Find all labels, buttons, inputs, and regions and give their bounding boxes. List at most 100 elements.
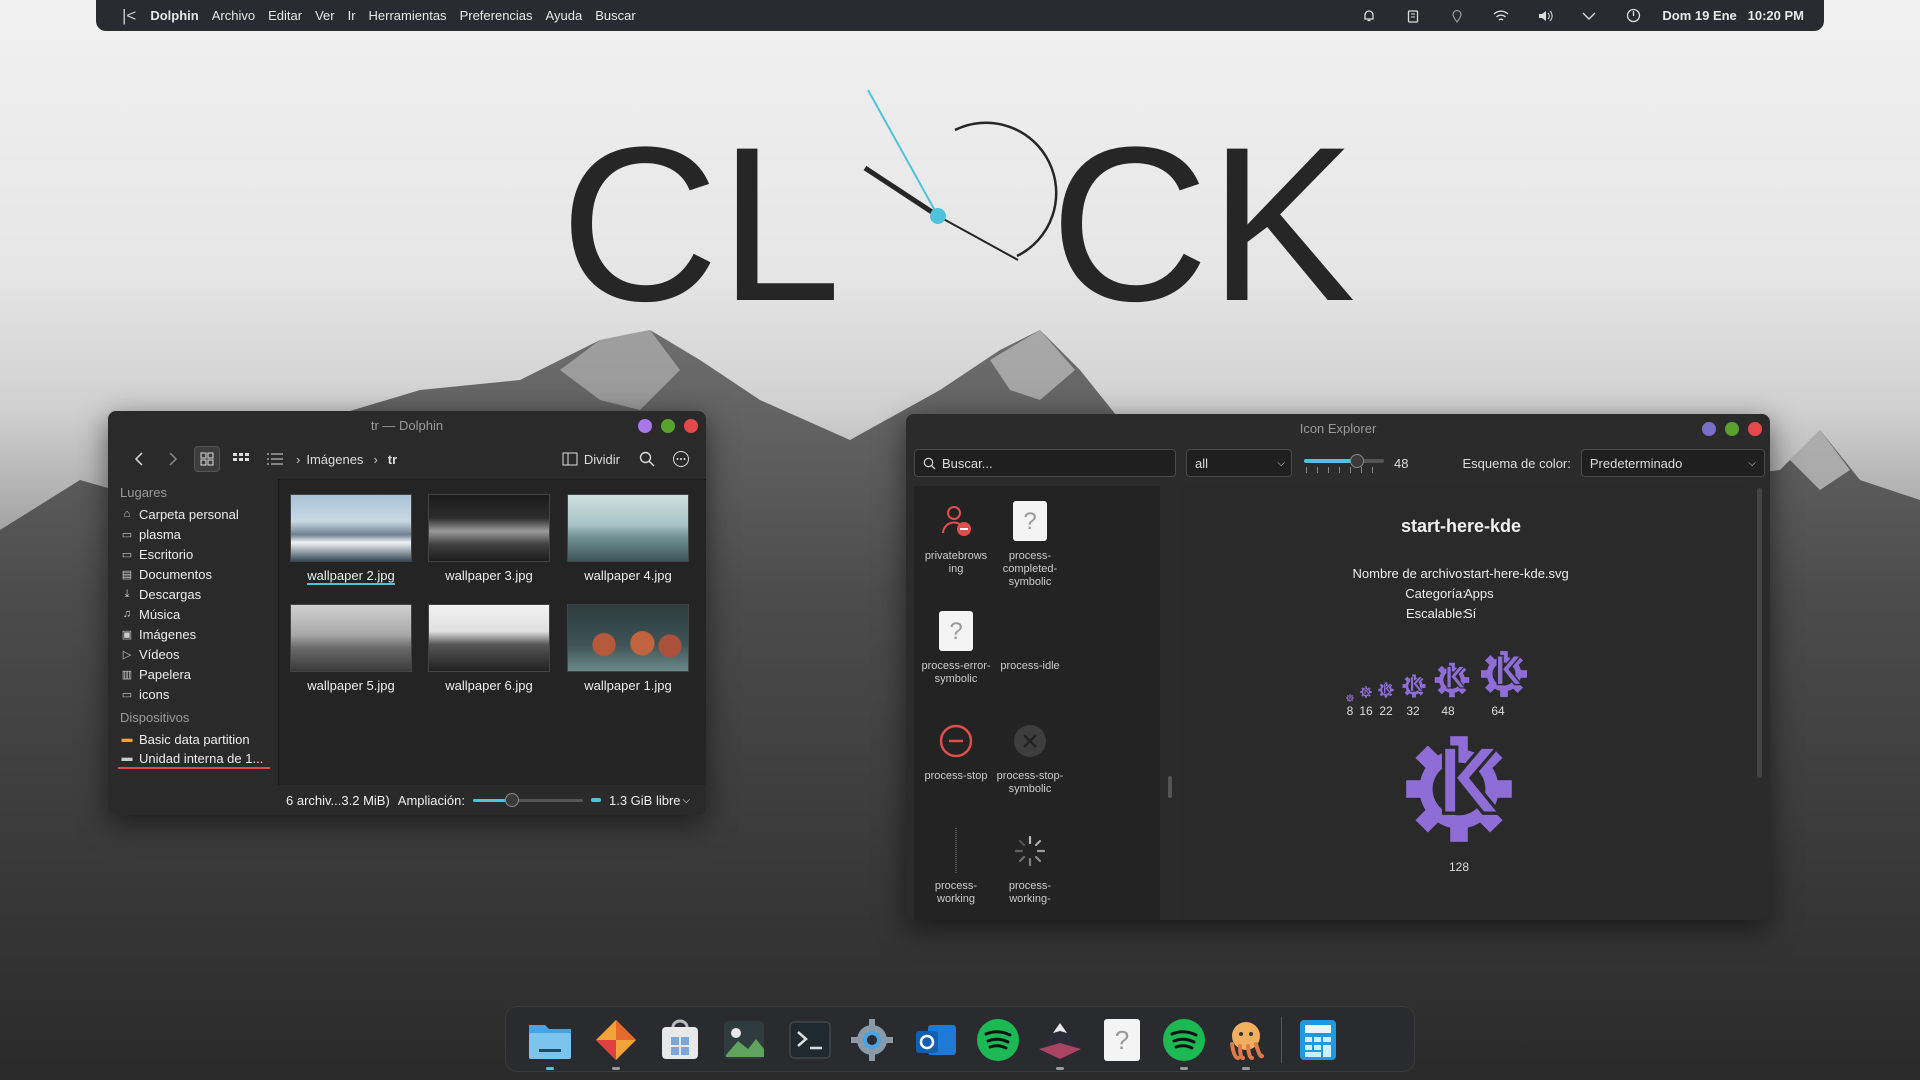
firefox-icon[interactable] xyxy=(592,1016,640,1064)
breadcrumb-imagenes[interactable]: Imágenes xyxy=(306,452,363,467)
icon-item[interactable]: process-stop-symbolic xyxy=(992,718,1068,796)
size-slider[interactable] xyxy=(1304,453,1384,473)
kde-menu-icon[interactable]: |< xyxy=(122,6,136,26)
place-videos[interactable]: ▷ Vídeos xyxy=(118,644,278,664)
split-button[interactable]: Dividir xyxy=(562,452,620,467)
place-plasma[interactable]: ▭ plasma xyxy=(118,524,278,544)
unknown-icon: ? xyxy=(933,608,979,654)
bell-icon[interactable] xyxy=(1360,7,1378,25)
icon-item[interactable]: ? process-completed-symbolic xyxy=(992,498,1068,589)
volume-icon[interactable] xyxy=(1536,7,1554,25)
color-scheme-select[interactable]: Predeterminado ⌵ xyxy=(1580,449,1765,477)
calculator-icon[interactable] xyxy=(1294,1016,1342,1064)
chevron-down-icon[interactable] xyxy=(1580,7,1598,25)
dolphin-titlebar[interactable]: tr — Dolphin xyxy=(108,411,706,439)
place-icons[interactable]: ▭ icons xyxy=(118,684,278,704)
zoom-handle[interactable] xyxy=(504,793,519,807)
details-view-button[interactable] xyxy=(262,446,288,472)
place-home[interactable]: ⌂ Carpeta personal xyxy=(118,504,278,524)
location-icon[interactable] xyxy=(1448,7,1466,25)
menu-ver[interactable]: Ver xyxy=(315,8,335,23)
icon-item[interactable]: ? process-error-symbolic xyxy=(918,608,994,686)
minimize-button[interactable] xyxy=(1702,422,1716,436)
free-space[interactable]: 1.3 GiB libre xyxy=(609,793,681,808)
file-item[interactable]: wallpaper 4.jpg xyxy=(566,494,690,583)
window-scrollbar[interactable] xyxy=(1757,488,1762,778)
free-space-chevron-icon[interactable]: ⌵ xyxy=(683,795,691,806)
menu-ayuda[interactable]: Ayuda xyxy=(546,8,583,23)
search-icon xyxy=(923,457,936,469)
device-basic-data[interactable]: ▬ Basic data partition xyxy=(118,729,278,749)
place-imagenes[interactable]: ▣ Imágenes xyxy=(118,624,278,644)
wifi-icon[interactable] xyxy=(1492,7,1510,25)
more-menu-button[interactable] xyxy=(668,446,694,472)
place-descargas[interactable]: ⤓ Descargas xyxy=(118,584,278,604)
zoom-slider[interactable] xyxy=(473,793,583,807)
icon-item[interactable]: privatebrows ing xyxy=(918,498,994,576)
file-view[interactable]: wallpaper 2.jpg wallpaper 3.jpg wallpape… xyxy=(278,479,706,787)
store-icon[interactable] xyxy=(656,1016,704,1064)
search-input[interactable]: Buscar... xyxy=(914,449,1176,477)
icon-grid[interactable]: privatebrows ing ? process-completed-sym… xyxy=(914,486,1172,920)
power-icon[interactable] xyxy=(1624,7,1642,25)
place-papelera[interactable]: ▥ Papelera xyxy=(118,664,278,684)
compact-view-button[interactable] xyxy=(228,446,254,472)
mountain-app-icon[interactable] xyxy=(1036,1016,1084,1064)
close-button[interactable] xyxy=(684,419,698,433)
size-ticks xyxy=(1306,467,1382,473)
menu-herramientas[interactable]: Herramientas xyxy=(369,8,447,23)
icon-size-label: 48 xyxy=(1441,704,1455,718)
icons-view-button[interactable] xyxy=(194,446,220,472)
device-internal[interactable]: ▬ Unidad interna de 1... xyxy=(118,749,270,769)
file-item[interactable]: wallpaper 3.jpg xyxy=(427,494,551,583)
menu-editar[interactable]: Editar xyxy=(268,8,302,23)
back-button[interactable] xyxy=(126,446,152,472)
icon-item[interactable]: process-working- xyxy=(992,828,1068,906)
menu-buscar[interactable]: Buscar xyxy=(595,8,635,23)
size-handle[interactable] xyxy=(1350,454,1364,468)
outlook-icon[interactable] xyxy=(912,1016,960,1064)
grid-scrollbar[interactable] xyxy=(1168,776,1172,798)
clock-datetime[interactable]: Dom 19 Ene 10:20 PM xyxy=(1662,8,1804,23)
icon-item[interactable]: process-idle xyxy=(992,608,1068,673)
kde-logo-icon xyxy=(1378,682,1394,698)
clock-hour-hand xyxy=(863,165,940,219)
spotify-icon[interactable] xyxy=(1160,1016,1208,1064)
icon-item[interactable]: process-working xyxy=(918,828,994,906)
image-viewer-icon[interactable] xyxy=(720,1016,768,1064)
breadcrumb-tr[interactable]: tr xyxy=(388,452,397,467)
unknown-icon[interactable]: ? xyxy=(1098,1016,1146,1064)
menu-ir[interactable]: Ir xyxy=(348,8,356,23)
file-name: wallpaper 1.jpg xyxy=(584,678,672,693)
place-label: Vídeos xyxy=(139,646,180,662)
file-item[interactable]: wallpaper 2.jpg xyxy=(289,494,413,585)
icon-detail-title: start-here-kde xyxy=(1400,516,1522,536)
maximize-button[interactable] xyxy=(661,419,675,433)
category-select[interactable]: all ⌵ xyxy=(1186,449,1292,477)
files-icon[interactable] xyxy=(526,1016,574,1064)
close-button[interactable] xyxy=(1748,422,1762,436)
category-value: Apps xyxy=(1464,586,1494,601)
file-item[interactable]: wallpaper 1.jpg xyxy=(566,604,690,693)
forward-button[interactable] xyxy=(160,446,186,472)
file-item[interactable]: wallpaper 6.jpg xyxy=(427,604,551,693)
minimize-button[interactable] xyxy=(638,419,652,433)
filename-label: Nombre de archivo: xyxy=(1352,566,1466,581)
menu-preferencias[interactable]: Preferencias xyxy=(460,8,533,23)
icon-explorer-titlebar[interactable]: Icon Explorer xyxy=(906,414,1770,442)
settings-icon[interactable] xyxy=(848,1016,896,1064)
maximize-button[interactable] xyxy=(1725,422,1739,436)
place-escritorio[interactable]: ▭ Escritorio xyxy=(118,544,278,564)
active-app-name[interactable]: Dolphin xyxy=(150,8,198,23)
octopus-icon[interactable] xyxy=(1222,1016,1270,1064)
clipboard-icon[interactable] xyxy=(1404,7,1422,25)
terminal-icon[interactable] xyxy=(786,1016,834,1064)
icon-item[interactable]: process-stop xyxy=(918,718,994,783)
place-musica[interactable]: ♫ Música xyxy=(118,604,278,624)
spotify-icon[interactable] xyxy=(974,1016,1022,1064)
search-button[interactable] xyxy=(634,446,660,472)
place-documentos[interactable]: ▤ Documentos xyxy=(118,564,278,584)
file-item[interactable]: wallpaper 5.jpg xyxy=(289,604,413,693)
menu-archivo[interactable]: Archivo xyxy=(212,8,255,23)
file-name: wallpaper 3.jpg xyxy=(445,568,533,583)
